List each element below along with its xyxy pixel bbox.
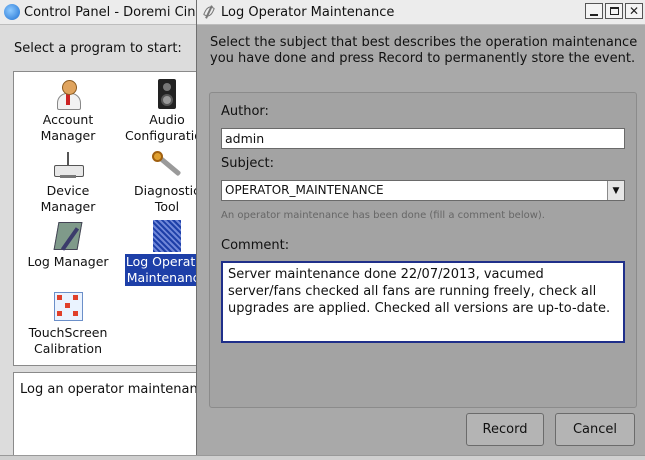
log-operator-maintenance-dialog: Log Operator Maintenance ✕ Select the su… <box>196 0 645 459</box>
program-label: Account Manager <box>40 112 96 143</box>
comment-label: Comment: <box>221 238 290 253</box>
control-panel-title: Control Panel - Doremi Cinema <box>24 4 200 20</box>
program-log-manager[interactable]: Log Manager <box>26 220 110 270</box>
subject-hint: An operator maintenance has been done (f… <box>221 210 545 221</box>
dialog-titlebar[interactable]: Log Operator Maintenance ✕ <box>197 0 645 25</box>
record-button-label: Record <box>482 422 528 437</box>
program-description: Log an operator maintenance <box>20 382 213 397</box>
maintenance-form: Author: admin Subject: OPERATOR_MAINTENA… <box>209 92 637 408</box>
device-manager-icon <box>52 149 84 181</box>
cancel-button-label: Cancel <box>572 422 618 437</box>
subject-value: OPERATOR_MAINTENANCE <box>225 183 384 197</box>
touchscreen-calibration-icon <box>52 291 84 323</box>
subject-select[interactable]: OPERATOR_MAINTENANCE ▼ <box>221 180 625 201</box>
program-label: TouchScreen Calibration <box>28 325 108 356</box>
chevron-down-icon[interactable]: ▼ <box>607 181 624 200</box>
program-label: Log Manager <box>27 254 109 269</box>
control-panel-window: Control Panel - Doremi Cinema Select a p… <box>0 0 215 460</box>
author-field[interactable]: admin <box>221 128 625 149</box>
program-description-panel: Log an operator maintenance <box>13 372 215 460</box>
program-label: Device Manager <box>40 183 96 214</box>
maximize-button[interactable] <box>605 3 623 19</box>
feather-icon <box>203 5 215 19</box>
program-touchscreen-calibration[interactable]: TouchScreen Calibration <box>26 291 110 357</box>
program-account-manager[interactable]: Account Manager <box>26 78 110 144</box>
program-prompt: Select a program to start: <box>14 41 182 56</box>
author-label: Author: <box>221 104 269 119</box>
maximize-icon <box>609 7 619 15</box>
minimize-button[interactable] <box>585 3 603 19</box>
log-manager-icon <box>52 220 84 252</box>
audio-configuration-icon <box>151 78 183 110</box>
diagnostic-tool-icon <box>151 149 183 181</box>
dialog-instructions: Select the subject that best describes t… <box>210 35 638 66</box>
close-icon: ✕ <box>628 4 640 18</box>
program-device-manager[interactable]: Device Manager <box>26 149 110 215</box>
subject-label: Subject: <box>221 156 274 171</box>
program-grid: Account Manager Audio Configuration Devi… <box>13 71 215 366</box>
dialog-title: Log Operator Maintenance <box>221 4 395 20</box>
minimize-icon <box>590 14 598 16</box>
control-panel-titlebar[interactable]: Control Panel - Doremi Cinema <box>0 0 200 25</box>
account-manager-icon <box>52 78 84 110</box>
control-panel-app-icon <box>4 4 20 20</box>
cancel-button[interactable]: Cancel <box>555 413 635 446</box>
close-button[interactable]: ✕ <box>625 3 643 19</box>
taskbar <box>0 455 645 460</box>
record-button[interactable]: Record <box>466 413 544 446</box>
log-operator-maintenance-icon <box>151 220 183 252</box>
comment-textarea[interactable]: Server maintenance done 22/07/2013, vacu… <box>221 261 625 343</box>
